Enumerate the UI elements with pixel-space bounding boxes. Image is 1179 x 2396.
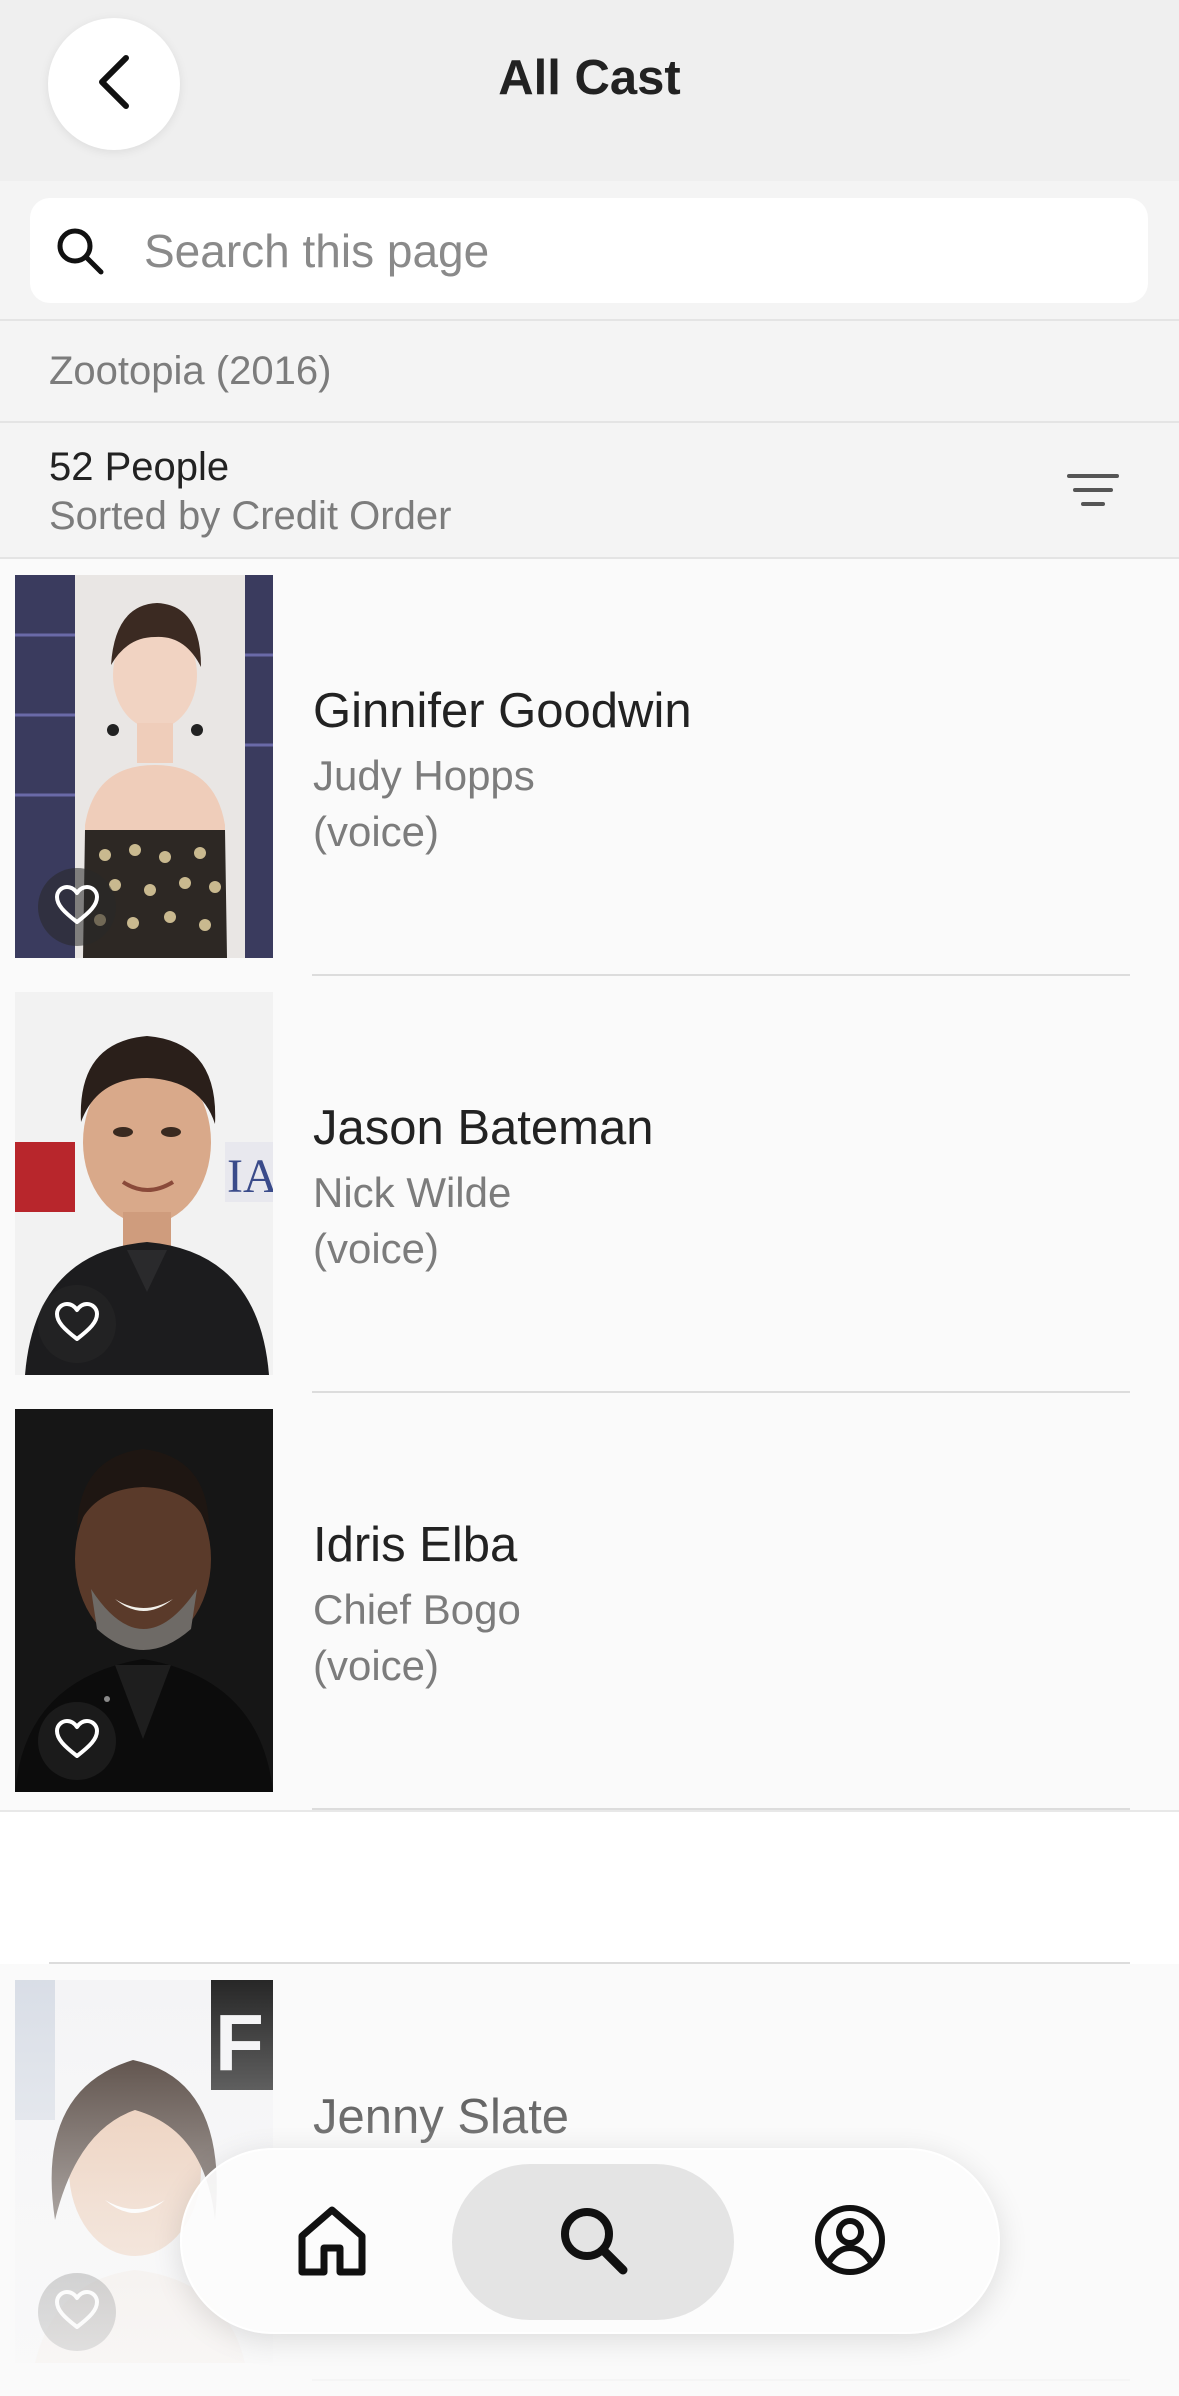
favorite-button[interactable] <box>23 1698 131 1784</box>
cast-list-item[interactable]: Ginnifer Goodwin Judy Hopps (voice) <box>0 559 1179 978</box>
people-count: 52 People <box>49 445 230 489</box>
tab-home[interactable] <box>274 2164 390 2320</box>
sort-order-label: Sorted by Credit Order <box>49 494 452 538</box>
search-icon <box>52 223 108 279</box>
row-divider <box>312 2379 1130 2381</box>
tab-search[interactable] <box>452 2164 734 2320</box>
profile-icon <box>812 2202 888 2283</box>
cast-name: Idris Elba <box>313 1518 518 1572</box>
cast-summary-row: 52 People Sorted by Credit Order <box>0 423 1179 559</box>
heart-icon <box>54 884 100 931</box>
cast-name: Ginnifer Goodwin <box>313 684 692 738</box>
bottom-tab-bar <box>180 2148 1000 2334</box>
cast-list-item[interactable]: Idris Elba Chief Bogo (voice) <box>0 1393 1179 1812</box>
movie-title-row[interactable]: Zootopia (2016) <box>0 321 1179 423</box>
cast-role: Chief Bogo <box>313 1586 521 1633</box>
home-icon <box>294 2202 370 2283</box>
svg-text:F: F <box>215 1998 264 2087</box>
cast-photo <box>15 1409 273 1792</box>
favorite-button[interactable] <box>23 864 131 950</box>
cast-note: (voice) <box>313 1225 440 1272</box>
cast-photo: IA <box>15 992 273 1375</box>
cast-note: (voice) <box>313 808 440 855</box>
sort-lines-icon <box>1067 473 1119 512</box>
cast-photo <box>15 575 273 958</box>
sort-filter-button[interactable] <box>1062 467 1124 517</box>
heart-icon <box>54 1301 100 1348</box>
cast-role: Judy Hopps <box>313 752 535 799</box>
cast-list-item[interactable]: IA Jason Bateman Nick Wilde (voice) <box>0 976 1179 1395</box>
heart-icon <box>54 1718 100 1765</box>
search-input[interactable] <box>144 223 1044 278</box>
search-bar <box>0 181 1179 321</box>
page-title: All Cast <box>498 51 681 105</box>
cast-name: Jenny Slate <box>313 2090 570 2144</box>
favorite-button[interactable] <box>23 1281 131 1367</box>
svg-text:IA: IA <box>227 1150 273 1203</box>
top-nav-bar: All Cast <box>0 0 1179 181</box>
movie-title: Zootopia (2016) <box>49 348 332 393</box>
cast-name: Jason Bateman <box>313 1101 654 1155</box>
heart-icon <box>54 2289 100 2336</box>
cast-role: Nick Wilde <box>313 1169 512 1216</box>
cast-note: (voice) <box>313 1642 440 1689</box>
favorite-button[interactable] <box>23 2269 131 2355</box>
search-icon <box>555 2202 631 2283</box>
tab-profile[interactable] <box>792 2164 908 2320</box>
search-box[interactable] <box>30 198 1148 303</box>
list-gap <box>0 1812 1179 1964</box>
